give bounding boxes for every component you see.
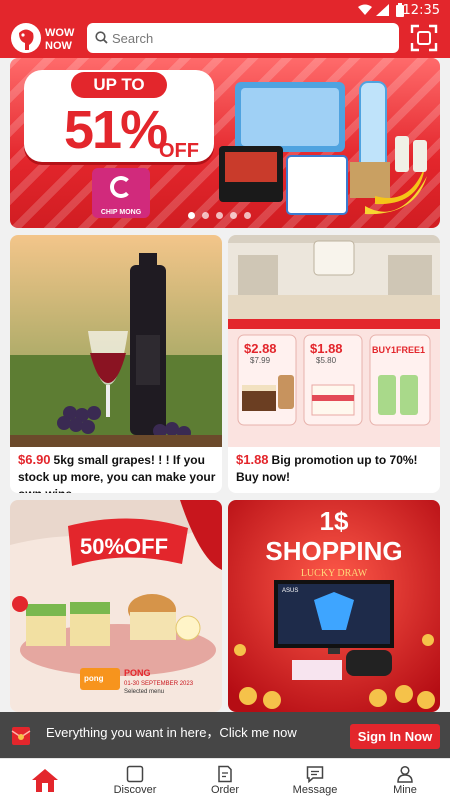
bakery-price-1: $2.88 xyxy=(244,341,277,356)
scan-icon[interactable] xyxy=(410,24,438,52)
carousel-dot[interactable] xyxy=(202,212,209,219)
nav-label: Discover xyxy=(113,784,157,796)
nav-label: Mine xyxy=(393,784,417,796)
product-caption: $1.88 Big promotion up to 70%! Buy now! xyxy=(236,451,434,486)
sign-in-button[interactable]: Sign In Now xyxy=(350,724,440,749)
promo-card-sandwich[interactable]: 50%OFF pong PONG 01-30 SEPTEMBER 2023 Se… xyxy=(10,500,222,712)
lucky-draw-shopping: SHOPPING xyxy=(265,536,402,566)
nav-label: Message xyxy=(292,784,338,796)
carousel-dot[interactable] xyxy=(188,212,195,219)
search-placeholder: Search xyxy=(112,31,154,46)
chipmong-logo: CHIP MONG xyxy=(92,168,150,218)
sandwich-dates: 01-30 SEPTEMBER 2023 xyxy=(124,681,194,687)
app-header: WOW NOW Search xyxy=(0,20,450,58)
carousel-dot[interactable] xyxy=(216,212,223,219)
order-icon xyxy=(218,765,232,783)
product-caption: $6.90 5kg small grapes! ! ! If you stock … xyxy=(18,451,216,493)
chipmong-label: CHIP MONG xyxy=(100,209,142,216)
bakery-price-2: $1.88 xyxy=(310,341,343,356)
discount-up-to: UP TO xyxy=(71,72,167,98)
bakery-image: $2.88 $7.99 $1.88 $5.80 BUY1FREE1 xyxy=(228,235,440,447)
carousel-dot[interactable] xyxy=(244,212,251,219)
promo-card-lucky-draw[interactable]: 1$ SHOPPING LUCKY DRAW ASUS xyxy=(228,500,440,712)
product-price: $1.88 xyxy=(236,452,269,467)
discount-percent: 51% xyxy=(64,100,168,160)
lucky-draw-subtitle: LUCKY DRAW xyxy=(301,568,368,579)
nav-discover[interactable]: Discover xyxy=(90,761,180,800)
nav-order[interactable]: Order xyxy=(180,761,270,800)
product-card-grapes[interactable]: $6.90 5kg small grapes! ! ! If you stock … xyxy=(10,235,222,493)
home-icon xyxy=(32,769,58,792)
banner-products-image xyxy=(219,81,427,215)
svg-text:WOW: WOW xyxy=(45,27,75,39)
bakery-old-price-2: $5.80 xyxy=(316,356,337,365)
discover-icon xyxy=(126,765,144,783)
lucky-draw-image: 1$ SHOPPING LUCKY DRAW ASUS xyxy=(228,500,440,712)
svg-text:pong: pong xyxy=(84,674,104,683)
bakery-bogo-tag: BUY1FREE1 xyxy=(372,345,425,355)
product-card-bakery[interactable]: $2.88 $7.99 $1.88 $5.80 BUY1FREE1 $1.88 B… xyxy=(228,235,440,493)
status-bar: 12:35 xyxy=(0,0,450,20)
lucky-draw-price: 1$ xyxy=(320,506,349,536)
wifi-icon xyxy=(358,4,372,15)
tv-brand: ASUS xyxy=(282,588,298,594)
sandwich-menu-note: Selected menu xyxy=(124,689,164,695)
bakery-old-price-1: $7.99 xyxy=(250,356,271,365)
svg-text:NOW: NOW xyxy=(45,40,73,52)
nav-label: Order xyxy=(210,784,240,796)
carousel-dot[interactable] xyxy=(230,212,237,219)
sandwich-promo-image: 50%OFF pong PONG 01-30 SEPTEMBER 2023 Se… xyxy=(10,500,222,712)
wownow-logo[interactable]: WOW NOW xyxy=(9,21,77,55)
nav-mine[interactable]: Mine xyxy=(360,761,450,800)
signin-banner[interactable]: Everything you want in here，Click me now… xyxy=(0,712,450,758)
status-time: 12:35 xyxy=(402,3,440,18)
nav-message[interactable]: Message xyxy=(270,761,360,800)
product-price: $6.90 xyxy=(18,452,51,467)
sandwich-brand: PONG xyxy=(124,668,151,678)
signal-icon xyxy=(376,4,389,16)
discount-badge: UP TO 51% OFF xyxy=(24,70,214,162)
search-bar[interactable]: Search xyxy=(87,23,399,53)
mine-icon xyxy=(397,765,413,783)
promo-banner[interactable]: UP TO 51% OFF CHIP MONG xyxy=(10,58,440,228)
search-icon xyxy=(95,31,108,44)
carousel-dots xyxy=(188,212,251,219)
bottom-nav: Discover Order Message Mine xyxy=(0,758,450,800)
discount-off: OFF xyxy=(159,140,199,162)
message-icon xyxy=(306,766,324,783)
red-envelope-icon xyxy=(11,727,31,745)
nav-home[interactable] xyxy=(0,761,90,800)
sandwich-discount: 50%OFF xyxy=(80,534,168,559)
wine-grapes-image xyxy=(10,235,222,447)
signin-message: Everything you want in here，Click me now xyxy=(46,725,297,740)
